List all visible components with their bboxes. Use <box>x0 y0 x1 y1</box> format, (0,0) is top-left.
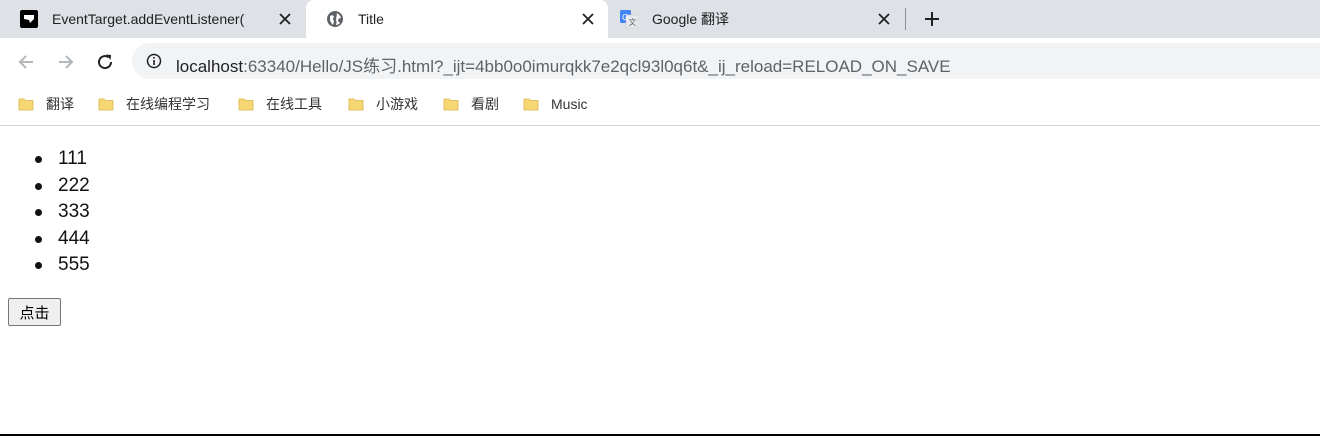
click-button[interactable]: 点击 <box>8 298 61 326</box>
mdn-icon <box>20 10 38 28</box>
bookmark-translate[interactable]: 翻译 <box>18 94 74 114</box>
tab-title-page[interactable]: Title <box>306 0 608 38</box>
svg-text:G: G <box>622 13 628 22</box>
list-item: 555 <box>0 252 90 279</box>
folder-icon <box>18 98 34 111</box>
bookmark-label: 小游戏 <box>376 96 418 112</box>
bookmark-label: 翻译 <box>46 96 74 112</box>
bookmark-music[interactable]: Music <box>523 94 588 114</box>
number-list: 111 222 333 444 555 <box>0 146 90 279</box>
svg-text:文: 文 <box>629 17 637 27</box>
bookmark-label: 在线编程学习 <box>126 96 210 112</box>
reload-button[interactable] <box>93 50 117 74</box>
folder-icon <box>98 98 114 111</box>
tab-title: Google 翻译 <box>652 11 730 27</box>
folder-icon <box>238 98 254 111</box>
folder-icon <box>443 98 459 111</box>
folder-icon <box>348 98 364 111</box>
info-icon[interactable] <box>146 53 162 69</box>
forward-arrow-icon <box>59 55 74 69</box>
tab-mdn[interactable]: EventTarget.addEventListener( <box>0 0 305 38</box>
bookmark-online-tools[interactable]: 在线工具 <box>238 94 322 114</box>
address-bar[interactable]: localhost:63340/Hello/JS练习.html?_ijt=4bb… <box>132 43 1320 79</box>
folder-icon <box>523 98 539 111</box>
tab-title: EventTarget.addEventListener( <box>52 11 245 27</box>
list-item: 222 <box>0 173 90 200</box>
new-tab-button[interactable] <box>920 7 944 31</box>
tab-title: Title <box>358 11 384 27</box>
close-icon[interactable] <box>578 9 598 29</box>
list-item: 333 <box>0 199 90 226</box>
bookmark-label: Music <box>551 96 588 112</box>
tab-separator <box>905 8 906 30</box>
url-host: localhost <box>176 57 244 76</box>
google-translate-icon: G 文 <box>620 10 638 28</box>
back-button[interactable] <box>14 50 38 74</box>
url-path: :63340/Hello/JS练习.html?_ijt=4bb0o0imurqk… <box>243 57 951 76</box>
bookmarks-bar: 翻译 在线编程学习 在线工具 小游戏 看剧 Music <box>0 84 1320 126</box>
globe-icon <box>326 10 344 28</box>
list-item: 111 <box>0 146 90 173</box>
close-icon[interactable] <box>275 9 295 29</box>
bookmark-mini-games[interactable]: 小游戏 <box>348 94 418 114</box>
bookmark-watch-shows[interactable]: 看剧 <box>443 94 499 114</box>
forward-button[interactable] <box>54 50 78 74</box>
bookmark-label: 在线工具 <box>266 96 322 112</box>
bookmark-online-coding[interactable]: 在线编程学习 <box>98 94 210 114</box>
tab-google-translate[interactable]: G 文 Google 翻译 <box>600 0 904 38</box>
reload-icon <box>98 54 113 70</box>
list-item: 444 <box>0 226 90 253</box>
bookmark-label: 看剧 <box>471 96 499 112</box>
tab-strip: EventTarget.addEventListener( Title G 文 <box>0 0 1320 38</box>
page-content: 111 222 333 444 555 点击 <box>0 126 1320 435</box>
close-icon[interactable] <box>874 9 894 29</box>
back-arrow-icon <box>18 55 33 69</box>
url-text: localhost:63340/Hello/JS练习.html?_ijt=4bb… <box>176 52 951 77</box>
